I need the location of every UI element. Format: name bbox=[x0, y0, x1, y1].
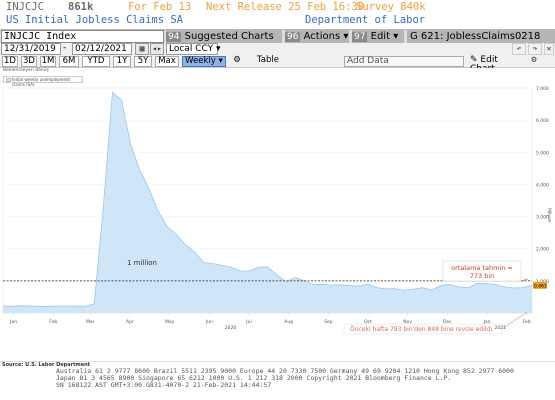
x-tick-label: Dec bbox=[443, 319, 452, 325]
table-button[interactable]: Table bbox=[248, 56, 288, 67]
settings-icon[interactable]: ⚙ bbox=[230, 56, 244, 67]
x-tick-label: Feb bbox=[49, 319, 57, 325]
forecast-annotation-line1: ortalama tahmin = bbox=[451, 264, 513, 272]
add-data-input[interactable]: Add Data bbox=[344, 56, 464, 67]
reference-line-label: 1 million bbox=[127, 259, 157, 267]
range-6m[interactable]: 6M bbox=[59, 56, 79, 67]
chevron-down-icon: ▾ bbox=[393, 31, 399, 42]
x-tick-label: Nov bbox=[403, 319, 412, 325]
chart-name-button[interactable]: G 621: JoblessClaims0218 bbox=[407, 30, 555, 43]
actions-button[interactable]: 96 Actions ▾ bbox=[285, 30, 349, 43]
end-date-field[interactable]: 02/12/2021 bbox=[72, 43, 132, 55]
range-ytd[interactable]: YTD bbox=[82, 56, 110, 67]
security-header: INJCJC 861k For Feb 13 Next Release 25 Feb … bbox=[0, 0, 555, 29]
edit-num: 97 bbox=[352, 32, 368, 42]
date-bar: 12/31/2019 - 02/12/2021 ▦ ◂▸ Local CCY ▾… bbox=[0, 43, 555, 55]
footer: Source: U.S. Labor Department Australia … bbox=[0, 362, 555, 400]
suggested-charts-label: Suggested Charts bbox=[184, 31, 274, 42]
x-tick-label: Jan bbox=[483, 319, 491, 325]
range-1m[interactable]: 1M bbox=[40, 56, 56, 67]
close-icon[interactable]: ✕ bbox=[544, 43, 554, 55]
chart-name-label: G 621: JoblessClaims0218 bbox=[410, 31, 541, 42]
revision-annotation-text: Önceki hafta 793 bin'den 848 bine revize… bbox=[350, 326, 494, 333]
x-tick-label: Jun bbox=[205, 319, 213, 325]
footer-session: SN 168122 AST GMT+3:00 G831-4070-2 21-Fe… bbox=[56, 381, 272, 389]
range-5y[interactable]: 5Y bbox=[134, 56, 152, 67]
undo-icon[interactable]: ↶ bbox=[512, 43, 526, 55]
range-bar: 1D 3D 1M 6M YTD 1Y 5Y Max Weekly ▾ ⚙ Tab… bbox=[0, 55, 555, 74]
survey-value: Survey 840k bbox=[356, 1, 426, 13]
y-tick-label: 6.000 bbox=[536, 118, 549, 124]
x-tick-label: Jan bbox=[9, 319, 17, 325]
x-tick-label: Mar bbox=[86, 319, 95, 325]
x-tick-label: Oct bbox=[364, 319, 372, 325]
arrows-icon[interactable]: ◂▸ bbox=[150, 43, 164, 55]
y-tick-label: 5.000 bbox=[536, 150, 549, 156]
last-price: 861k bbox=[68, 1, 94, 13]
calendar-icon[interactable]: ▦ bbox=[135, 43, 149, 55]
currency-select[interactable]: Local CCY ▾ bbox=[166, 43, 221, 55]
chevron-down-icon: ▾ bbox=[215, 44, 221, 54]
start-date-field[interactable]: 12/31/2019 bbox=[1, 43, 61, 55]
x-year-label: 2020 bbox=[225, 325, 237, 331]
y-tick-label: 4.000 bbox=[536, 182, 549, 188]
gear-icon[interactable]: ⚙ bbox=[526, 56, 542, 67]
range-1y[interactable]: 1Y bbox=[113, 56, 131, 67]
security-input[interactable]: INJCJC Index bbox=[1, 30, 164, 43]
edit-label: Edit bbox=[370, 31, 391, 42]
suggested-charts-button[interactable]: 94 Suggested Charts bbox=[166, 30, 282, 43]
x-tick-label: Aug bbox=[284, 319, 293, 325]
edit-button[interactable]: 97 Edit ▾ bbox=[352, 30, 404, 43]
edit-chart-button[interactable]: ✎ Edit Chart bbox=[470, 56, 524, 74]
command-bar: INJCJC Index 94 Suggested Charts 96 Acti… bbox=[0, 29, 555, 43]
suggested-charts-num: 94 bbox=[166, 32, 182, 42]
y-axis-label: Milyon bbox=[546, 208, 552, 223]
x-tick-label: Jul bbox=[245, 319, 251, 325]
actions-num: 96 bbox=[285, 32, 301, 42]
x-tick-label: Apr bbox=[126, 319, 134, 325]
chart-plot[interactable]: 1.0002.0003.0004.0005.0006.0007.000Milyo… bbox=[0, 68, 555, 362]
range-3d[interactable]: 3D bbox=[21, 56, 37, 67]
last-value-label: 0.861 bbox=[534, 283, 547, 289]
x-tick-label: Feb bbox=[523, 319, 531, 325]
actions-label: Actions bbox=[303, 31, 341, 42]
frequency-label: Weekly bbox=[185, 56, 216, 66]
redo-icon[interactable]: ↷ bbox=[528, 43, 542, 55]
chevron-down-icon: ▾ bbox=[343, 31, 349, 42]
next-release: Next Release 25 Feb 16:30 bbox=[206, 1, 365, 13]
y-tick-label: 2.000 bbox=[536, 247, 549, 253]
x-tick-label: Sep bbox=[324, 319, 333, 325]
currency-label: Local CCY bbox=[169, 44, 214, 54]
range-1d[interactable]: 1D bbox=[2, 56, 18, 67]
header-row-1: INJCJC 861k For Feb 13 Next Release 25 Feb … bbox=[6, 1, 426, 13]
frequency-select[interactable]: Weekly ▾ bbox=[182, 56, 226, 67]
y-tick-label: 7.000 bbox=[536, 86, 549, 92]
range-max[interactable]: Max bbox=[155, 56, 179, 67]
security-name: US Initial Jobless Claims SA bbox=[6, 14, 184, 26]
chart-panel: Beklenmeyen dönüş Initial weekly unemplo… bbox=[0, 68, 555, 362]
forecast-annotation-line2: 773 bin bbox=[470, 272, 495, 280]
chevron-down-icon: ▾ bbox=[218, 56, 223, 66]
date-separator: - bbox=[63, 43, 67, 53]
for-label: For Feb 13 bbox=[128, 1, 192, 13]
department-name: Department of Labor bbox=[305, 14, 426, 26]
ticker-symbol: INJCJC bbox=[6, 1, 44, 13]
x-tick-label: May bbox=[165, 319, 175, 325]
x-year-label: 2021 bbox=[495, 325, 507, 331]
